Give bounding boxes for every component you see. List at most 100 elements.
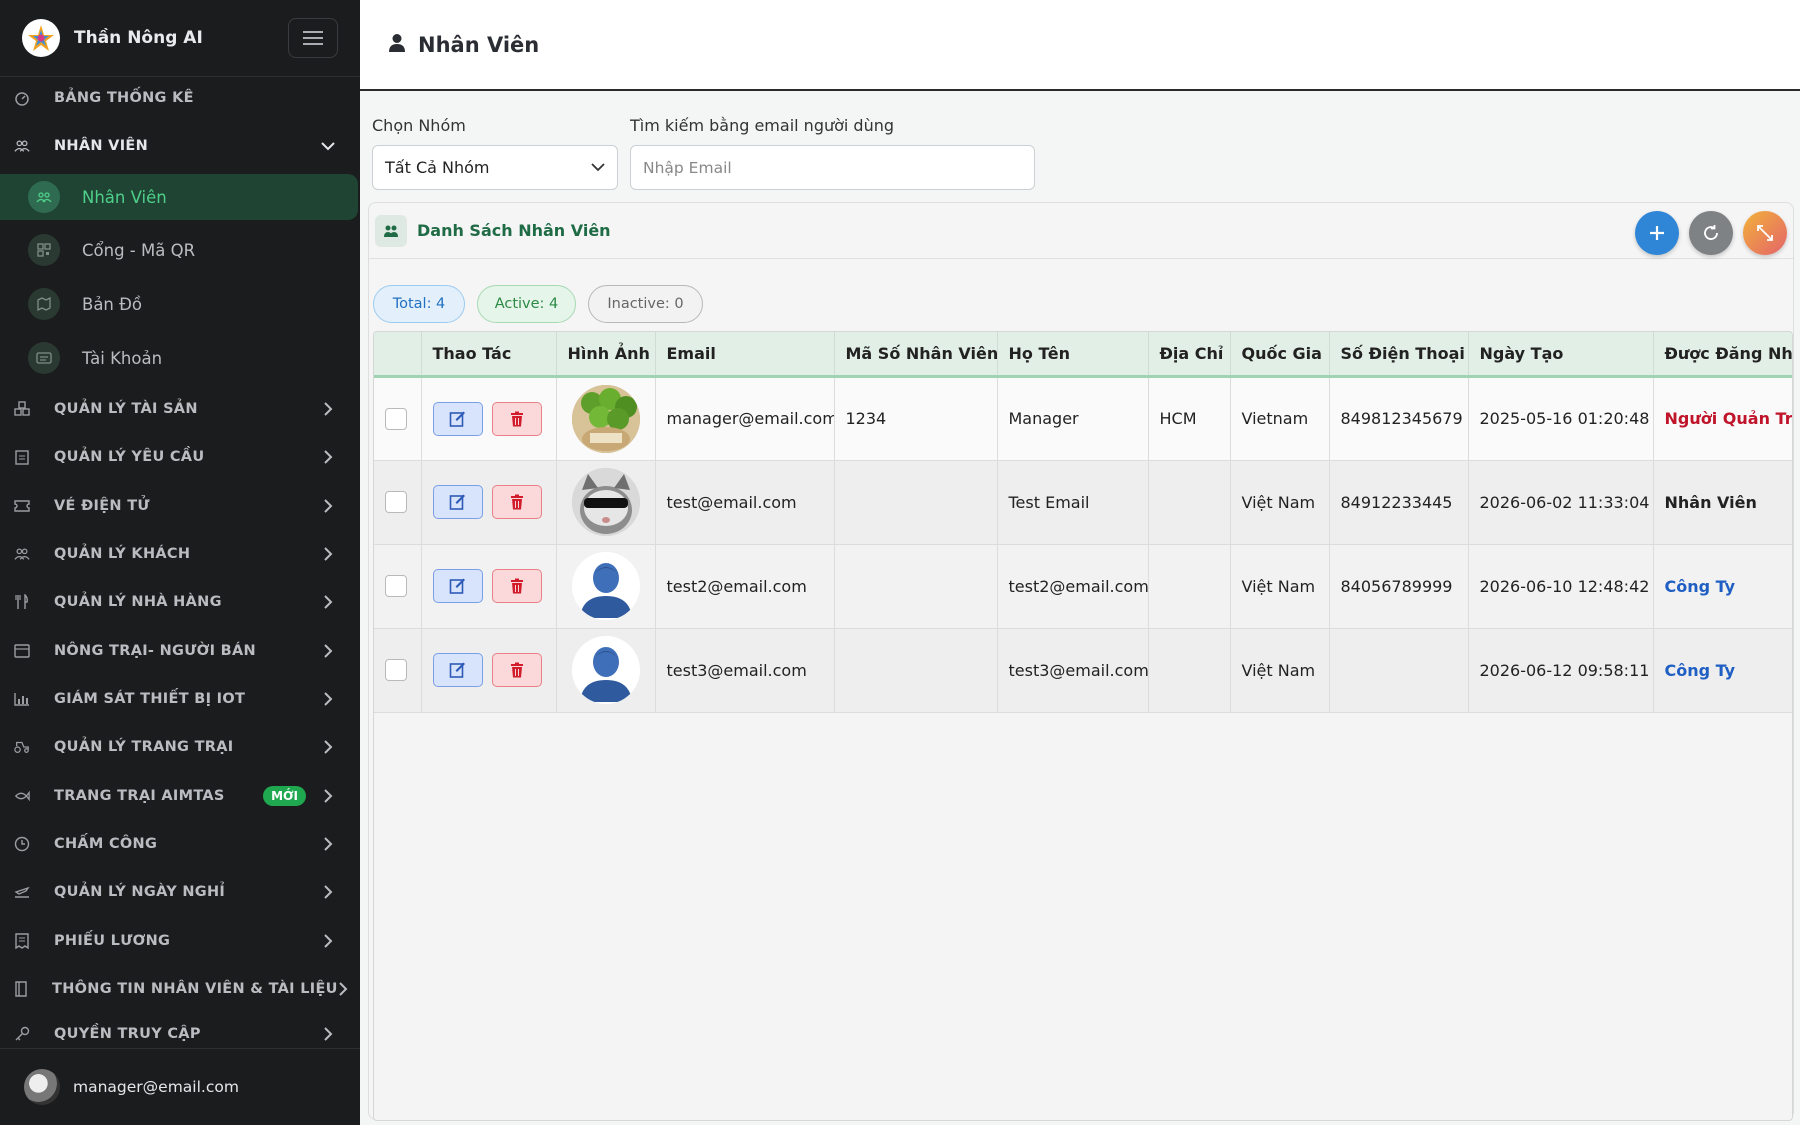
sidebar-subitem-label: Cổng - Mã QR: [82, 240, 196, 260]
country-cell: Việt Nam: [1230, 628, 1330, 713]
sidebar: Thần Nông AI BẢNG THỐNG KÊ NHÂN VIÊN Nhâ…: [0, 0, 360, 1125]
row-checkbox[interactable]: [385, 575, 407, 597]
utensils-icon: [14, 594, 30, 610]
sidebar-item-e-tickets[interactable]: VÉ ĐIỆN TỬ: [0, 483, 360, 529]
new-badge: MỚI: [263, 786, 306, 806]
edit-icon: [449, 662, 465, 678]
card-title: Danh Sách Nhân Viên: [417, 221, 611, 240]
ticket-icon: [14, 498, 30, 514]
sidebar-user-profile[interactable]: manager@email.com: [0, 1048, 360, 1125]
sidebar-group-staff[interactable]: NHÂN VIÊN: [0, 123, 360, 169]
staff-code-cell: [834, 628, 998, 713]
sidebar-item-label: QUẢN LÝ TRANG TRẠI: [54, 739, 234, 755]
sidebar-item-restaurant[interactable]: QUẢN LÝ NHÀ HÀNG: [0, 579, 360, 625]
edit-button[interactable]: [432, 401, 483, 436]
sidebar-item-label: QUẢN LÝ NGÀY NGHỈ: [54, 884, 226, 900]
column-header[interactable]: Số Điện Thoại: [1329, 332, 1469, 378]
page-title: Nhân Viên: [418, 32, 540, 57]
sidebar-item-label: QUẢN LÝ KHÁCH: [54, 546, 191, 562]
sidebar-item-requests[interactable]: QUẢN LÝ YÊU CẦU: [0, 434, 360, 480]
sidebar-item-iot[interactable]: GIÁM SÁT THIẾT BỊ IOT: [0, 676, 360, 722]
edit-button[interactable]: [432, 653, 483, 687]
row-checkbox[interactable]: [385, 407, 407, 430]
phone-cell: [1329, 628, 1469, 713]
sidebar-item-timekeeping[interactable]: CHẤM CÔNG: [0, 821, 360, 867]
boxes-icon: [14, 401, 30, 417]
chevron-right-icon: [320, 449, 336, 465]
inactive-chip[interactable]: Inactive: 0: [588, 285, 703, 323]
column-header[interactable]: Email: [655, 332, 835, 378]
row-checkbox[interactable]: [385, 491, 407, 513]
sidebar-item-payslip[interactable]: PHIẾU LƯƠNG: [0, 918, 360, 964]
column-header[interactable]: Thao Tác: [421, 332, 557, 378]
table-row[interactable]: test3@email.com test3@email.com Việt Nam…: [374, 628, 1792, 713]
country-cell: Vietnam: [1230, 376, 1330, 461]
chevron-right-icon: [320, 594, 336, 610]
table-row[interactable]: test@email.com Test Email Việt Nam 84912…: [374, 460, 1792, 545]
staff-table-container[interactable]: Thao Tác Hình Ảnh Email Mã Số Nhân Viên …: [373, 331, 1793, 1121]
chevron-down-icon: [591, 163, 605, 172]
sidebar-subitem-label: Bản Đồ: [82, 294, 143, 314]
column-header[interactable]: Họ Tên: [997, 332, 1149, 378]
sidebar-item-assets[interactable]: QUẢN LÝ TÀI SẢN: [0, 386, 360, 432]
sidebar-brand: Thần Nông AI: [0, 0, 360, 77]
email-search-input[interactable]: [630, 145, 1035, 190]
clock-icon: [14, 836, 30, 852]
sidebar-item-label: THÔNG TIN NHÂN VIÊN & TÀI LIỆU: [52, 981, 338, 997]
user-email: manager@email.com: [73, 1078, 239, 1096]
fish-icon: [14, 788, 30, 804]
column-header[interactable]: Địa Chỉ: [1148, 332, 1231, 378]
country-cell: Việt Nam: [1230, 544, 1330, 629]
brand-logo: [22, 19, 60, 57]
delete-button[interactable]: [491, 569, 542, 603]
sidebar-item-label: TRANG TRẠI AIMTAS: [54, 788, 225, 804]
staff-code-cell: [834, 544, 998, 629]
default-avatar-icon: [571, 552, 640, 620]
delete-button[interactable]: [491, 401, 542, 436]
sidebar-item-guests[interactable]: QUẢN LÝ KHÁCH: [0, 531, 360, 577]
sidebar-item-leave[interactable]: QUẢN LÝ NGÀY NGHỈ: [0, 869, 360, 915]
staff-code-cell: 1234: [834, 376, 998, 461]
sidebar-subitem-account[interactable]: Tài Khoản: [0, 335, 360, 381]
sidebar-item-farm-seller[interactable]: NÔNG TRẠI- NGƯỜI BÁN: [0, 628, 360, 674]
created-date-cell: 2026-06-02 11:33:04: [1468, 460, 1654, 545]
total-chip[interactable]: Total: 4: [373, 285, 465, 323]
edit-button[interactable]: [432, 569, 483, 603]
chevron-right-icon: [320, 788, 336, 804]
chevron-right-icon: [320, 643, 336, 659]
table-row[interactable]: manager@email.com 1234 Manager HCM Vietn…: [374, 376, 1792, 461]
sidebar-subitem-map[interactable]: Bản Đồ: [0, 281, 360, 327]
expand-button[interactable]: [1743, 211, 1787, 255]
delete-button[interactable]: [491, 485, 542, 519]
chevron-down-icon: [320, 138, 336, 154]
sidebar-item-aimtas-farm[interactable]: TRANG TRẠI AIMTAS MỚI: [0, 773, 360, 819]
column-header[interactable]: Quốc Gia: [1230, 332, 1330, 378]
edit-button[interactable]: [432, 485, 483, 519]
hamburger-menu-button[interactable]: [288, 18, 338, 58]
users-icon: [28, 181, 60, 213]
sidebar-item-label: GIÁM SÁT THIẾT BỊ IOT: [54, 691, 246, 707]
row-checkbox[interactable]: [385, 659, 407, 681]
add-staff-button[interactable]: [1635, 211, 1679, 255]
table-header-row: Thao Tác Hình Ảnh Email Mã Số Nhân Viên …: [374, 332, 1792, 378]
created-date-cell: 2025-05-16 01:20:48: [1468, 376, 1654, 461]
sidebar-subitem-qr-gate[interactable]: Cổng - Mã QR: [0, 227, 360, 273]
refresh-button[interactable]: [1689, 211, 1733, 255]
active-chip[interactable]: Active: 4: [477, 285, 576, 323]
column-header[interactable]: Mã Số Nhân Viên: [834, 332, 998, 378]
sidebar-item-farm-management[interactable]: QUẢN LÝ TRANG TRẠI: [0, 724, 360, 770]
column-header[interactable]: Ngày Tạo: [1468, 332, 1654, 378]
column-header[interactable]: Hình Ảnh: [556, 332, 656, 378]
group-select[interactable]: Tất Cả Nhóm: [372, 145, 618, 190]
people-icon: [14, 546, 30, 562]
column-header[interactable]: Được Đăng Nhậ: [1653, 332, 1792, 378]
table-row[interactable]: test2@email.com test2@email.com Việt Nam…: [374, 544, 1792, 629]
chevron-right-icon: [320, 836, 336, 852]
select-column-header: [374, 332, 422, 378]
edit-icon: [449, 578, 465, 594]
delete-button[interactable]: [491, 653, 542, 687]
sidebar-item-staff-docs[interactable]: THÔNG TIN NHÂN VIÊN & TÀI LIỆU: [0, 966, 360, 1012]
map-icon: [28, 288, 60, 320]
sidebar-item-dashboard[interactable]: BẢNG THỐNG KÊ: [0, 75, 360, 121]
sidebar-subitem-staff[interactable]: Nhân Viên: [0, 174, 358, 220]
